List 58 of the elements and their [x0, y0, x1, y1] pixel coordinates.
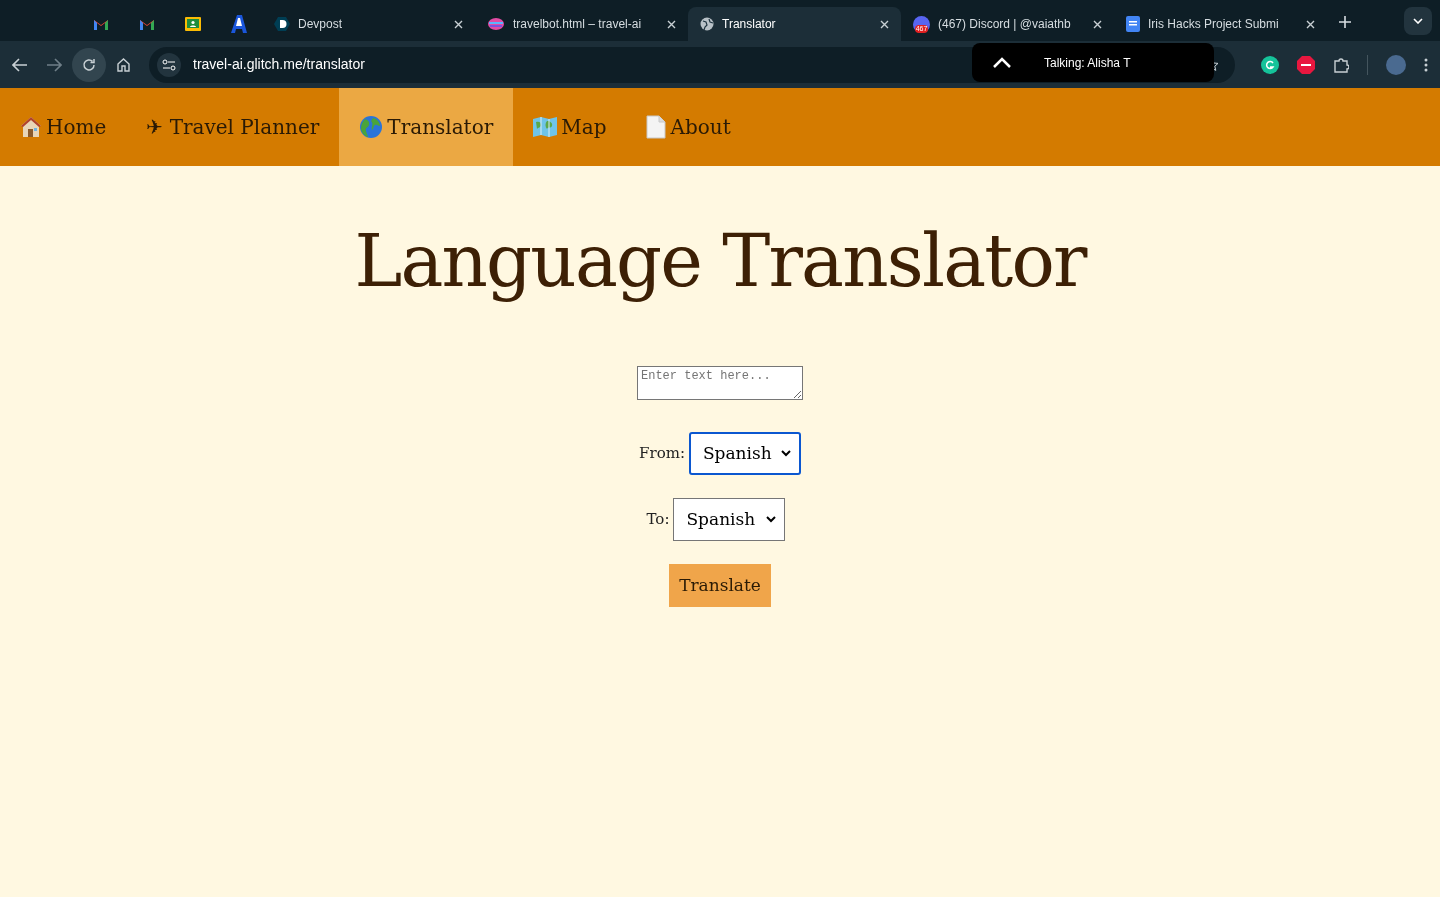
document-icon: [1126, 16, 1140, 32]
translate-button[interactable]: Translate: [669, 564, 771, 607]
grammarly-icon[interactable]: [1261, 55, 1279, 74]
adblock-icon[interactable]: [1297, 55, 1315, 74]
tab-title: Iris Hacks Project Submi: [1148, 16, 1279, 33]
tab-title: Translator: [722, 16, 776, 33]
fish-icon: [487, 17, 505, 31]
field-label: From:: [639, 443, 685, 465]
mail-icon: [139, 18, 155, 30]
hexagon-icon: [274, 16, 290, 32]
browser-tab[interactable]: Iris Hacks Project Submi: [1114, 7, 1327, 41]
nav-item[interactable]: Map: [513, 88, 627, 166]
tab-title: travelbot.html – travel-ai: [513, 16, 642, 33]
url-text: travel-ai.glitch.me/translator: [193, 55, 365, 74]
browser-tab[interactable]: travelbot.html – travel-ai: [475, 7, 688, 41]
house-icon: [20, 116, 42, 138]
logo-icon: [231, 15, 247, 33]
nav-item[interactable]: Translator: [339, 88, 514, 166]
forward-arrow-icon[interactable]: [46, 57, 62, 72]
popup-text: Talking: Alisha T: [1044, 54, 1131, 72]
nav-item[interactable]: ✈ Travel Planner: [126, 88, 340, 166]
tab-title: Devpost: [298, 16, 343, 33]
globe-icon: [359, 115, 384, 139]
tab-search-button[interactable]: [1404, 7, 1432, 35]
close-icon[interactable]: [1093, 19, 1102, 29]
mail-icon: [93, 18, 109, 30]
globe-icon: [700, 17, 714, 31]
nav-item[interactable]: About: [626, 88, 751, 166]
field-label: To:: [646, 509, 670, 531]
profile-avatar[interactable]: [1386, 54, 1406, 75]
page-title: Language Translator: [354, 218, 1086, 305]
close-icon[interactable]: [1306, 19, 1315, 29]
reload-icon: [82, 57, 96, 72]
browser-tab[interactable]: Translator: [688, 7, 901, 41]
home-icon[interactable]: [116, 57, 131, 72]
plus-icon[interactable]: [1339, 16, 1351, 28]
chevron-down-icon: [766, 516, 777, 523]
map-icon: [533, 117, 558, 137]
puzzle-icon[interactable]: [1333, 56, 1349, 73]
chevron-up-icon[interactable]: [992, 56, 1012, 69]
reload-button[interactable]: [72, 47, 106, 82]
close-icon[interactable]: [667, 19, 676, 29]
close-icon[interactable]: [880, 19, 889, 29]
classroom-icon: [185, 17, 201, 31]
tune-icon: [162, 58, 176, 71]
back-arrow-icon[interactable]: [12, 57, 28, 72]
menu-icon[interactable]: [1424, 57, 1428, 72]
language-select[interactable]: Spanish: [688, 432, 801, 475]
close-icon[interactable]: [454, 19, 463, 29]
site-settings-button[interactable]: [157, 52, 181, 77]
tab-title: (467) Discord | @vaiathb: [938, 16, 1071, 33]
nav-item[interactable]: Home: [0, 88, 127, 166]
text-input[interactable]: Enter text here...: [637, 366, 803, 400]
chevron-down-icon: [780, 450, 791, 457]
language-select[interactable]: Spanish: [673, 498, 786, 541]
document-icon: [646, 115, 667, 139]
browser-tab[interactable]: Devpost: [262, 7, 475, 41]
chevron-down-icon: [1413, 18, 1423, 24]
